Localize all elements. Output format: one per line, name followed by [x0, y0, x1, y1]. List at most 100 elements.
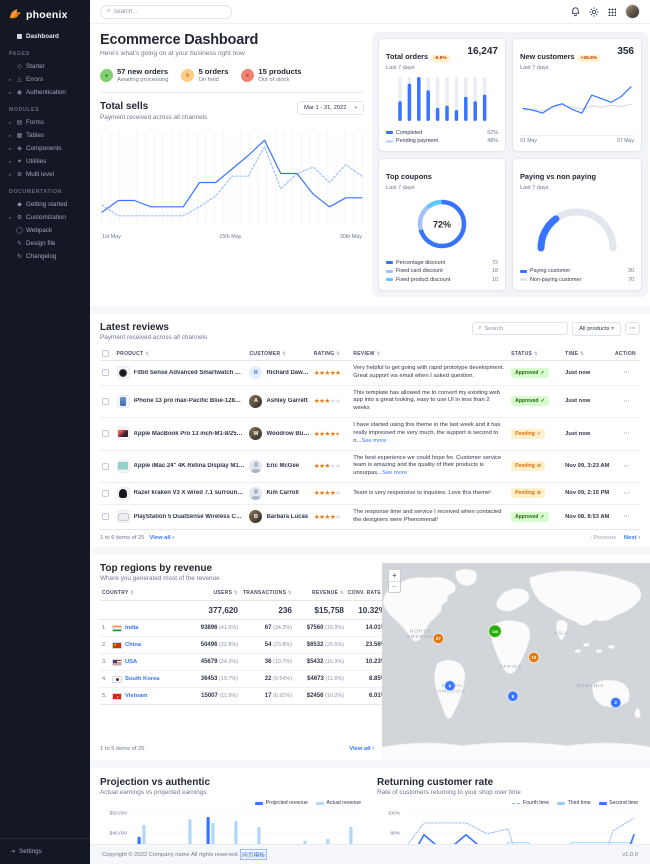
reviews-view-all-link[interactable]: View all › — [149, 535, 174, 541]
sidebar-item-settings[interactable]: ⇥ Settings — [9, 845, 81, 858]
row-actions-button[interactable]: ⋯ — [613, 418, 640, 450]
customer-name: Eric McGee — [266, 463, 299, 469]
country-link[interactable]: USA — [125, 659, 137, 665]
map-marker[interactable]: 6 — [445, 680, 455, 690]
column-header-product[interactable]: PRODUCT ⇅ — [115, 347, 248, 361]
regions-view-all-link[interactable]: View all › — [349, 746, 374, 752]
sidebar-item-customization[interactable]: ▸⚙Customization — [9, 211, 81, 224]
column-header-revenue[interactable]: REVENUE ⇅ — [294, 586, 346, 601]
country-link[interactable]: South Korea — [125, 676, 159, 682]
product-link[interactable]: iPhone 13 pro max-Pacific Blue-128GB sto… — [134, 398, 246, 404]
previous-page-link[interactable]: ‹ Previous — [590, 535, 616, 541]
see-more-link[interactable]: See more — [361, 438, 386, 444]
brand-logo[interactable]: phoenix — [0, 0, 90, 30]
map-marker[interactable]: 10 — [529, 652, 539, 662]
country-link[interactable]: China — [125, 642, 141, 648]
column-header-customer[interactable]: CUSTOMER ⇅ — [247, 347, 311, 361]
next-page-link[interactable]: Next › — [624, 535, 640, 541]
row-checkbox[interactable] — [102, 430, 109, 437]
world-map[interactable]: + − NORTHAMERICAASIAAFRICASOUTHAMERICAOC… — [382, 563, 650, 760]
sidebar-item-multi-level[interactable]: ▸≣Multi level — [9, 168, 81, 181]
map-marker[interactable]: 27 — [433, 633, 443, 643]
table-row: 2.China50496 (22.8%)54 (23.8%)$6532 (26.… — [100, 637, 388, 654]
user-avatar[interactable] — [625, 4, 640, 19]
map-marker[interactable]: 100 — [489, 624, 502, 637]
sidebar-item-errors[interactable]: ▸△Errors — [9, 73, 81, 86]
sidebar-item-design-file[interactable]: ✎Design file — [9, 237, 81, 250]
page-title: Ecommerce Dashboard — [100, 32, 364, 48]
zoom-in-button[interactable]: + — [389, 570, 400, 581]
column-header-rating[interactable]: RATING ⇅ — [312, 347, 351, 361]
sidebar-item-getting-started[interactable]: ◆Getting started — [9, 198, 81, 211]
product-link[interactable]: Fitbit Sense Advanced Smartwatch with To… — [134, 370, 246, 376]
sidebar-item-starter[interactable]: ◇Starter — [9, 60, 81, 73]
bell-icon[interactable] — [571, 7, 580, 17]
wrench-icon: ✦ — [16, 158, 23, 165]
legend-label: Pending payment — [396, 138, 438, 144]
theme-gear-icon[interactable] — [589, 7, 599, 17]
sidebar-item-utilities[interactable]: ▸✦Utilities — [9, 155, 81, 168]
row-actions-button[interactable]: ⋯ — [613, 361, 640, 386]
row-checkbox[interactable] — [102, 463, 109, 470]
country-link[interactable]: Vietnam — [125, 693, 147, 699]
select-all-checkbox[interactable] — [102, 350, 109, 357]
product-filter-dropdown[interactable]: All products ▾ — [572, 322, 621, 336]
sidebar-item-changelog[interactable]: ↻Changelog — [9, 250, 81, 263]
sidebar-item-tables[interactable]: ▸▦Tables — [9, 129, 81, 142]
map-marker[interactable]: 2 — [610, 697, 620, 707]
legend-item: Non-paying customer70 — [520, 277, 634, 283]
column-header-status[interactable]: STATUS ⇅ — [509, 347, 563, 361]
apps-grid-icon[interactable] — [608, 8, 616, 16]
zoom-out-button[interactable]: − — [389, 581, 400, 592]
product-link[interactable]: Apple iMac 24" 4K Retina Display M1 8 Co… — [134, 463, 246, 469]
global-search[interactable]: ⌕ — [100, 5, 232, 19]
row-actions-button[interactable]: ⋯ — [613, 385, 640, 417]
map-marker[interactable]: 8 — [508, 691, 518, 701]
sidebar-item-authentication[interactable]: ▸◉Authentication — [9, 86, 81, 99]
row-checkbox[interactable] — [102, 369, 109, 376]
column-header-users[interactable]: USERS ⇅ — [178, 586, 240, 601]
transactions-cell: 54 (23.8%) — [240, 637, 294, 654]
rank-label: 5. — [102, 693, 109, 699]
row-checkbox[interactable] — [102, 490, 109, 497]
reviews-search-input[interactable] — [485, 326, 563, 332]
row-checkbox[interactable] — [102, 398, 109, 405]
column-header-time[interactable]: TIME ⇅ — [563, 347, 613, 361]
sidebar-item-components[interactable]: ▸◈Components — [9, 142, 81, 155]
rating-stars: ★★★★★ — [314, 464, 341, 470]
row-checkbox[interactable] — [102, 513, 109, 520]
row-actions-button[interactable]: ⋯ — [613, 450, 640, 482]
column-header-country[interactable]: COUNTRY ⇅ — [100, 586, 178, 601]
date-range-select[interactable]: Mar 1 - 31, 2022 ▾ — [297, 101, 364, 115]
footer-link[interactable]: 网页模板 — [240, 849, 267, 860]
table-row: PlayStation 5 DualSense Wireless Control… — [100, 504, 640, 529]
row-actions-button[interactable]: ⋯ — [613, 504, 640, 529]
transactions-cell: 36 (19.7%) — [240, 654, 294, 671]
reviews-search[interactable]: ⌕ — [472, 322, 568, 335]
row-actions-button[interactable]: ⋯ — [613, 482, 640, 504]
sidebar-item-dashboard[interactable]: ▦ Dashboard — [9, 30, 81, 43]
search-input[interactable] — [113, 9, 225, 15]
column-header-action[interactable]: ACTION — [613, 347, 640, 361]
more-options-button[interactable]: ⋯ — [625, 322, 640, 335]
country-link[interactable]: India — [125, 625, 139, 631]
column-header-transactions[interactable]: TRANSACTIONS ⇅ — [240, 586, 294, 601]
see-more-link[interactable]: See more — [382, 470, 407, 476]
reviews-title: Latest reviews — [100, 322, 207, 333]
sort-icon: ⇅ — [580, 351, 584, 356]
rank-label: 2. — [102, 642, 109, 648]
sidebar-item-forms[interactable]: ▸▤Forms — [9, 116, 81, 129]
legend-label: Paying customer — [530, 268, 570, 274]
sidebar-footer: ⇥ Settings — [0, 838, 90, 864]
product-link[interactable]: PlayStation 5 DualSense Wireless Control… — [134, 514, 246, 520]
column-header-review[interactable]: REVIEW ⇅ — [351, 347, 509, 361]
total-sells-chart: 1st May 15th May 30th May — [100, 127, 364, 240]
sidebar-item-webpack[interactable]: ◯Webpack — [9, 224, 81, 237]
card-paying: Paying vs non paying Last 7 days Paying … — [512, 158, 642, 291]
product-link[interactable]: Apple MacBook Pro 13 inch-M1-8/256GB-spa… — [134, 431, 246, 437]
vietnam-flag-icon — [112, 693, 122, 700]
rating-stars: ★★★★★ — [314, 399, 341, 405]
product-link[interactable]: Razer kraken V3 X wired 7.1 surround sou… — [134, 490, 246, 496]
svg-text:OCEANIA: OCEANIA — [577, 682, 605, 688]
review-text: Team is very responsive to inquiries. Lo… — [353, 490, 507, 498]
